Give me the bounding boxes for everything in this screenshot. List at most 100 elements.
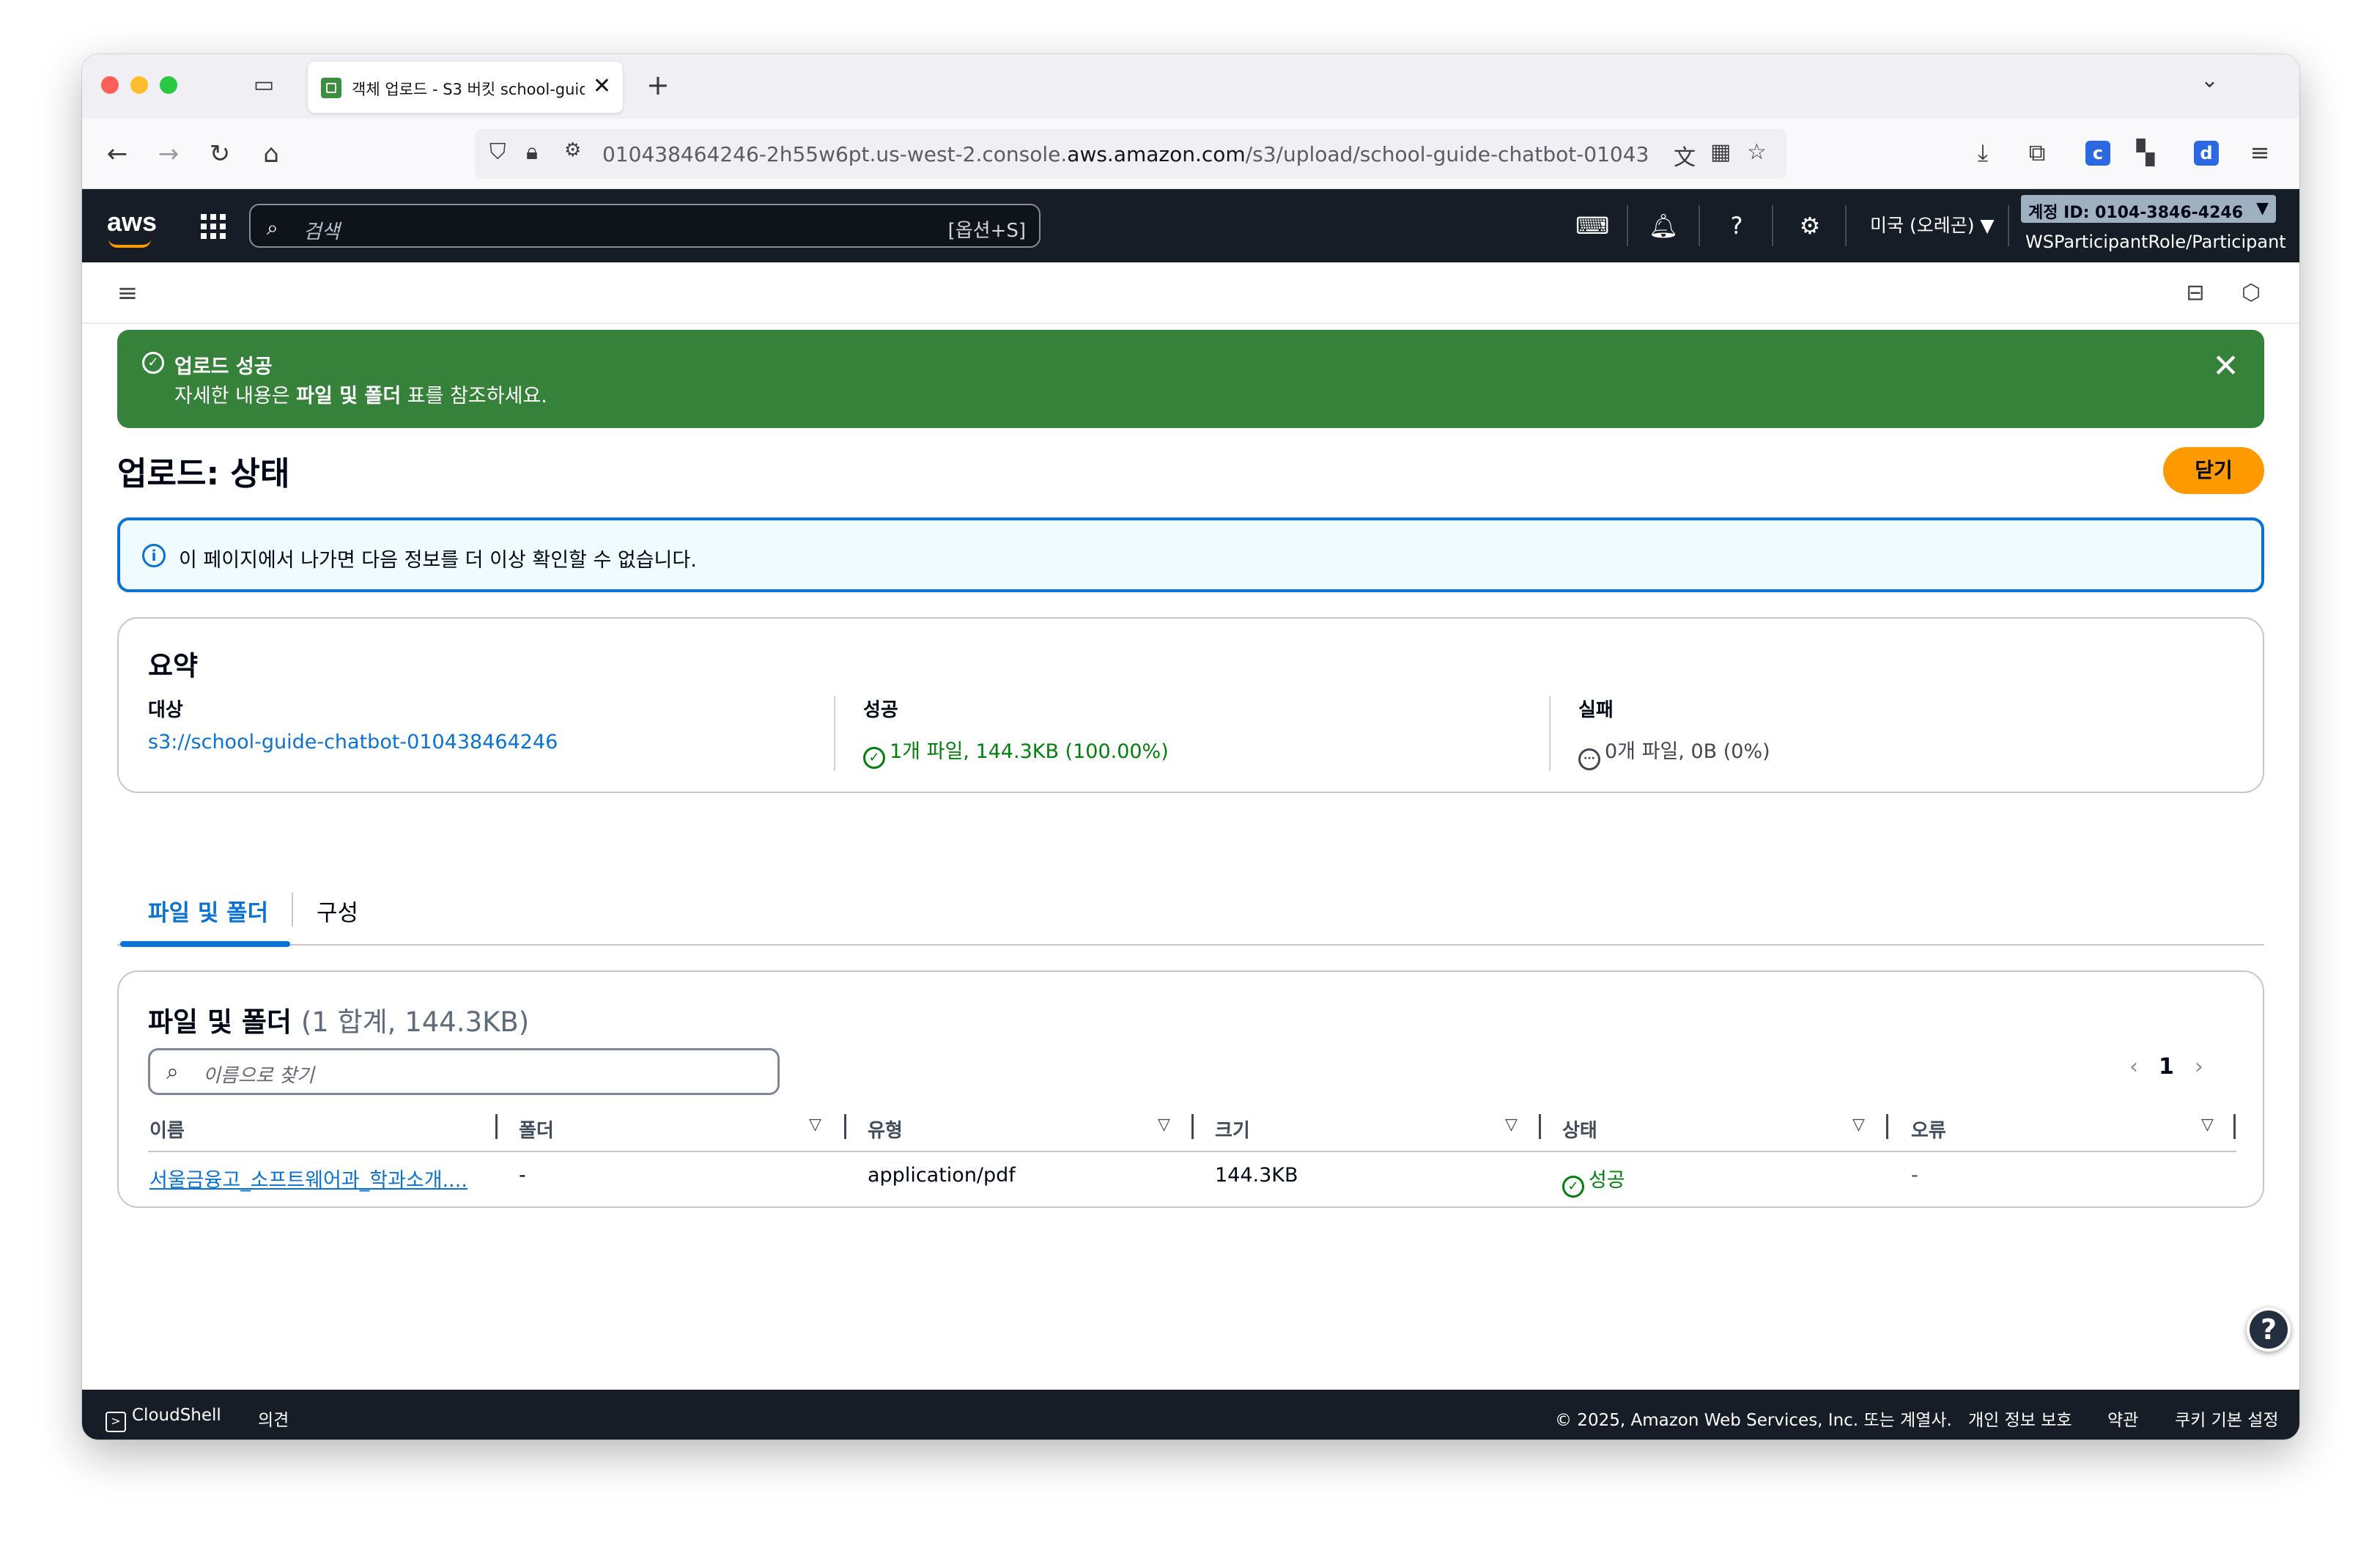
file-error: -: [1911, 1164, 1918, 1187]
aws-logo[interactable]: aws: [107, 207, 157, 237]
account-id-badge[interactable]: 계정 ID: 0104-3846-4246 ▼: [2021, 195, 2276, 223]
file-name-link[interactable]: 서울금융고_소프트웨어과_학과소개....: [149, 1164, 468, 1193]
new-tab-button[interactable]: +: [646, 69, 670, 101]
s3-favicon-icon: [321, 78, 341, 98]
tabs: 파일 및 폴더 구성: [117, 881, 2264, 947]
lock-icon[interactable]: 🔒︎: [526, 139, 538, 165]
header-divider: [1772, 205, 1773, 246]
notifications-bell-icon[interactable]: 🔔︎: [1647, 210, 1679, 242]
extension-grid-icon[interactable]: ▚: [2126, 133, 2165, 172]
tab-overview-icon[interactable]: ▭: [249, 70, 278, 100]
summary-success: 성공 ✓ 1개 파일, 144.3KB (100.00%): [863, 695, 1169, 769]
column-resizer[interactable]: [1191, 1114, 1194, 1139]
page-title: 업로드: 상태: [117, 455, 290, 493]
file-folder: -: [519, 1164, 526, 1187]
settings-gear-icon[interactable]: ⚙: [1794, 210, 1826, 242]
services-grid-icon[interactable]: [201, 214, 226, 239]
tab-files-and-folders[interactable]: 파일 및 폴더: [148, 894, 268, 927]
column-resizer[interactable]: [844, 1114, 846, 1139]
feedback-link[interactable]: 의견: [258, 1406, 289, 1431]
extension-d-icon[interactable]: d: [2194, 141, 2219, 166]
account-role[interactable]: WSParticipantRole/Participant: [2025, 232, 2286, 252]
column-resizer[interactable]: [1539, 1114, 1541, 1139]
cookie-preferences-link[interactable]: 쿠키 기본 설정: [2175, 1406, 2279, 1431]
cloudshell-icon[interactable]: ⌨: [1575, 210, 1609, 242]
browser-menu-icon[interactable]: ≡: [2241, 133, 2279, 172]
side-panel-icon[interactable]: ⊟: [2179, 277, 2211, 309]
download-icon[interactable]: ⤓: [1964, 133, 2002, 172]
flash-close-icon[interactable]: ✕: [2212, 347, 2239, 385]
column-header-status[interactable]: 상태: [1562, 1116, 1597, 1143]
sort-icon[interactable]: ▽: [1158, 1116, 1170, 1134]
column-resizer[interactable]: [2233, 1114, 2236, 1139]
summary-failure: 실패 ··· 0개 파일, 0B (0%): [1578, 695, 1770, 770]
tab-configuration[interactable]: 구성: [317, 894, 358, 927]
aws-logo-smile-icon: [108, 239, 151, 248]
address-bar[interactable]: ⛉ 🔒︎ ⚙ 010438464246-2h55w6pt.us-west-2.c…: [475, 129, 1786, 179]
previous-page-icon[interactable]: ‹: [2129, 1054, 2138, 1080]
neutral-status-icon: ···: [1578, 748, 1600, 770]
extensions-puzzle-icon[interactable]: ⧉: [2018, 133, 2056, 172]
aws-search-input[interactable]: ⌕ 검색 [옵션+S]: [249, 204, 1041, 248]
info-text: 이 페이지에서 나가면 다음 정보를 더 이상 확인할 수 없습니다.: [179, 549, 697, 572]
extension-c-icon[interactable]: c: [2085, 141, 2110, 166]
browser-tab-active[interactable]: 객체 업로드 - S3 버킷 school-guide-chatbot-0104…: [308, 62, 623, 113]
filter-by-name-input[interactable]: ⌕ 이름으로 찾기: [148, 1048, 780, 1095]
url-text[interactable]: 010438464246-2h55w6pt.us-west-2.console.…: [602, 142, 1650, 166]
column-header-size[interactable]: 크기: [1215, 1116, 1250, 1143]
target-bucket-link[interactable]: s3://school-guide-chatbot-010438464246: [148, 731, 558, 753]
sort-icon[interactable]: ▽: [2201, 1116, 2214, 1134]
close-window-button[interactable]: [101, 76, 119, 94]
sort-icon[interactable]: ▽: [809, 1116, 821, 1134]
close-button[interactable]: 닫기: [2163, 447, 2264, 494]
success-check-icon: ✓: [1562, 1176, 1584, 1198]
tab-list-chevron-icon[interactable]: ⌄: [2200, 67, 2219, 93]
column-resizer[interactable]: [1886, 1114, 1888, 1139]
header-divider: [2008, 205, 2009, 246]
privacy-link[interactable]: 개인 정보 보호: [1968, 1406, 2072, 1431]
column-header-name[interactable]: 이름: [149, 1116, 185, 1143]
browser-window: ▭ 객체 업로드 - S3 버킷 school-guide-chatbot-01…: [82, 54, 2299, 1440]
help-floating-button[interactable]: ?: [2247, 1308, 2291, 1352]
files-table-container: 파일 및 폴더 (1 합계, 144.3KB) ⌕ 이름으로 찾기 ‹ 1 › 이름…: [117, 970, 2264, 1208]
qr-code-icon[interactable]: ▦: [1710, 139, 1731, 165]
forward-arrow-icon[interactable]: →: [151, 136, 186, 172]
amazon-q-icon[interactable]: ⬡: [2235, 277, 2267, 309]
next-page-icon[interactable]: ›: [2195, 1054, 2203, 1080]
column-header-type[interactable]: 유형: [868, 1116, 903, 1143]
translate-icon[interactable]: 文: [1674, 139, 1696, 172]
search-shortcut: [옵션+S]: [947, 220, 1026, 242]
help-icon[interactable]: ?: [1721, 210, 1753, 242]
summary-heading: 요약: [148, 650, 199, 682]
file-size: 144.3KB: [1215, 1164, 1298, 1187]
browser-nav-bar: ← → ↻ ⌂ ⛉ 🔒︎ ⚙ 010438464246-2h55w6pt.us-…: [82, 119, 2299, 189]
terms-link[interactable]: 약관: [2107, 1406, 2138, 1431]
column-header-folder[interactable]: 폴더: [519, 1116, 554, 1143]
filter-placeholder: 이름으로 찾기: [203, 1065, 314, 1087]
active-tab-indicator: [120, 941, 290, 947]
failure-value: 0개 파일, 0B (0%): [1605, 740, 1770, 763]
search-placeholder: 검색: [303, 221, 340, 243]
tab-close-icon[interactable]: ✕: [593, 73, 611, 99]
page-number[interactable]: 1: [2159, 1054, 2174, 1080]
minimize-window-button[interactable]: [130, 76, 148, 94]
back-arrow-icon[interactable]: ←: [100, 136, 135, 172]
cloudshell-button[interactable]: > CloudShell: [106, 1406, 221, 1432]
column-header-error[interactable]: 오류: [1911, 1116, 1946, 1143]
side-navigation-menu-icon[interactable]: ≡: [111, 277, 144, 309]
permissions-icon[interactable]: ⚙: [564, 139, 581, 161]
bookmark-star-icon[interactable]: ☆: [1747, 139, 1767, 165]
sort-icon[interactable]: ▽: [1505, 1116, 1518, 1134]
column-resizer[interactable]: [495, 1114, 498, 1139]
shield-icon[interactable]: ⛉: [489, 139, 506, 165]
header-divider: [1845, 205, 1847, 246]
summary-divider: [1549, 696, 1551, 771]
region-selector[interactable]: 미국 (오레곤) ▼: [1870, 211, 1995, 237]
reload-icon[interactable]: ↻: [202, 136, 237, 172]
home-icon[interactable]: ⌂: [254, 136, 289, 172]
search-icon: ⌕: [267, 215, 278, 240]
zoom-window-button[interactable]: [160, 76, 177, 94]
console-subheader: ≡ ⊟ ⬡: [82, 262, 2299, 324]
sort-icon[interactable]: ▽: [1852, 1116, 1865, 1134]
cloudshell-icon: >: [106, 1412, 126, 1432]
